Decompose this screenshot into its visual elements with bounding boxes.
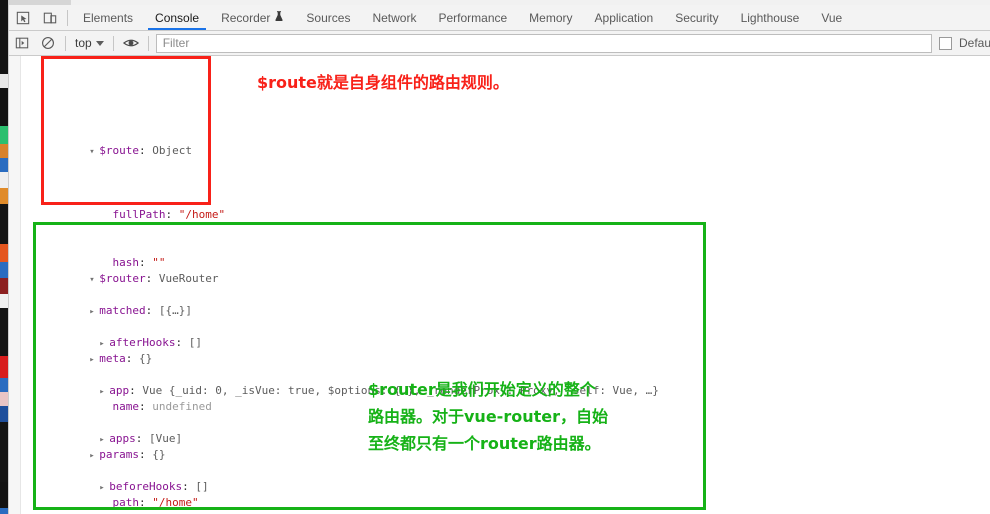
tab-label: Recorder bbox=[221, 10, 271, 25]
tab-label: Console bbox=[155, 10, 200, 25]
annotation-text-router-line1: $router是我们开始定义的整个 bbox=[368, 380, 596, 399]
tab-security[interactable]: Security bbox=[664, 5, 729, 30]
router-type: VueRouter bbox=[158, 272, 219, 285]
os-dock-sliver bbox=[0, 0, 8, 514]
router-key: $router bbox=[99, 272, 146, 285]
show-console-sidebar-icon[interactable] bbox=[9, 31, 35, 55]
devtools-tabstrip: Elements Console Recorder Sources Networ… bbox=[9, 5, 990, 31]
route-key: $route bbox=[99, 144, 139, 157]
annotation-text-router-line2: 路由器。对于vue-router，自始 bbox=[368, 407, 608, 426]
devtools-window: Elements Console Recorder Sources Networ… bbox=[8, 0, 990, 514]
prop-key: apps bbox=[109, 432, 136, 445]
inspect-element-icon[interactable] bbox=[9, 5, 36, 30]
prop-key: fullPath bbox=[112, 208, 166, 221]
devtools-screenshot: Elements Console Recorder Sources Networ… bbox=[0, 0, 990, 514]
toolbar-divider bbox=[65, 35, 66, 51]
route-type: Object bbox=[152, 144, 192, 157]
tab-recorder[interactable]: Recorder bbox=[210, 5, 295, 30]
annotation-text-route: $route就是自身组件的路由规则。 bbox=[257, 73, 509, 92]
log-line-truncated-above bbox=[23, 79, 238, 95]
execution-context-label: top bbox=[75, 36, 92, 50]
prop-value: [Vue] bbox=[148, 432, 183, 445]
router-prop-afterhooks[interactable]: afterHooks: [] bbox=[23, 319, 738, 349]
router-prop-beforehooks[interactable]: beforeHooks: [] bbox=[23, 463, 738, 493]
colon: : bbox=[138, 144, 153, 157]
create-live-expression-icon[interactable] bbox=[118, 31, 144, 55]
colon: : bbox=[145, 272, 159, 285]
chevron-down-icon bbox=[95, 40, 104, 46]
tab-label: Memory bbox=[529, 10, 573, 25]
annotation-text-router-line3: 至终都只有一个router路由器。 bbox=[368, 434, 601, 453]
route-header-row[interactable]: $route: Object bbox=[23, 127, 238, 157]
toolbar-divider-2 bbox=[112, 35, 114, 51]
device-toolbar-icon[interactable] bbox=[36, 5, 63, 30]
log-entry-router[interactable]: $router: VueRouter afterHooks: [] app: V… bbox=[23, 223, 738, 514]
disclosure-triangle-icon[interactable] bbox=[89, 272, 99, 288]
tab-label: Security bbox=[675, 10, 719, 25]
tab-application[interactable]: Application bbox=[584, 5, 665, 30]
toolbar-divider-3 bbox=[147, 35, 149, 51]
prop-key: afterHooks bbox=[109, 336, 176, 349]
prop-value: "/home" bbox=[178, 208, 226, 221]
tab-elements[interactable]: Elements bbox=[72, 5, 144, 30]
tab-sources[interactable]: Sources bbox=[295, 5, 361, 30]
prop-key: beforeHooks bbox=[109, 480, 183, 493]
tabstrip-divider bbox=[67, 10, 68, 26]
disclosure-triangle-icon[interactable] bbox=[99, 480, 109, 496]
tab-label: Vue bbox=[821, 10, 843, 25]
execution-context-selector[interactable]: top bbox=[70, 34, 109, 53]
tab-memory[interactable]: Memory bbox=[518, 5, 583, 30]
console-filter-input[interactable] bbox=[155, 33, 932, 53]
router-header-row[interactable]: $router: VueRouter bbox=[23, 255, 738, 285]
disclosure-triangle-icon[interactable] bbox=[99, 432, 109, 448]
tab-label: Performance bbox=[438, 10, 508, 25]
tab-label: Network bbox=[372, 10, 417, 25]
tab-lighthouse[interactable]: Lighthouse bbox=[730, 5, 811, 30]
clear-console-icon[interactable] bbox=[35, 31, 61, 55]
tab-console[interactable]: Console bbox=[144, 5, 210, 30]
tab-label: Lighthouse bbox=[740, 10, 800, 25]
tab-vue[interactable]: Vue bbox=[810, 5, 853, 30]
log-levels-checkbox[interactable] bbox=[939, 36, 952, 50]
experiment-flask-icon bbox=[274, 10, 284, 25]
route-prop-fullpath[interactable]: fullPath: "/home" bbox=[23, 191, 238, 221]
tab-label: Sources bbox=[306, 10, 351, 25]
log-levels-label[interactable]: Default levels bbox=[959, 36, 990, 50]
console-toolbar: top Default levels bbox=[9, 31, 990, 56]
tab-performance[interactable]: Performance bbox=[427, 5, 518, 30]
prop-value: [] bbox=[195, 480, 209, 493]
tab-network[interactable]: Network bbox=[361, 5, 427, 30]
disclosure-triangle-icon[interactable] bbox=[99, 336, 109, 352]
tab-label: Application bbox=[594, 10, 654, 25]
prop-key: app bbox=[109, 384, 130, 397]
disclosure-triangle-icon[interactable] bbox=[99, 384, 109, 400]
disclosure-triangle-icon[interactable] bbox=[89, 144, 99, 160]
console-gutter-rail bbox=[9, 56, 21, 514]
tab-label: Elements bbox=[83, 10, 134, 25]
prop-value: [] bbox=[188, 336, 202, 349]
